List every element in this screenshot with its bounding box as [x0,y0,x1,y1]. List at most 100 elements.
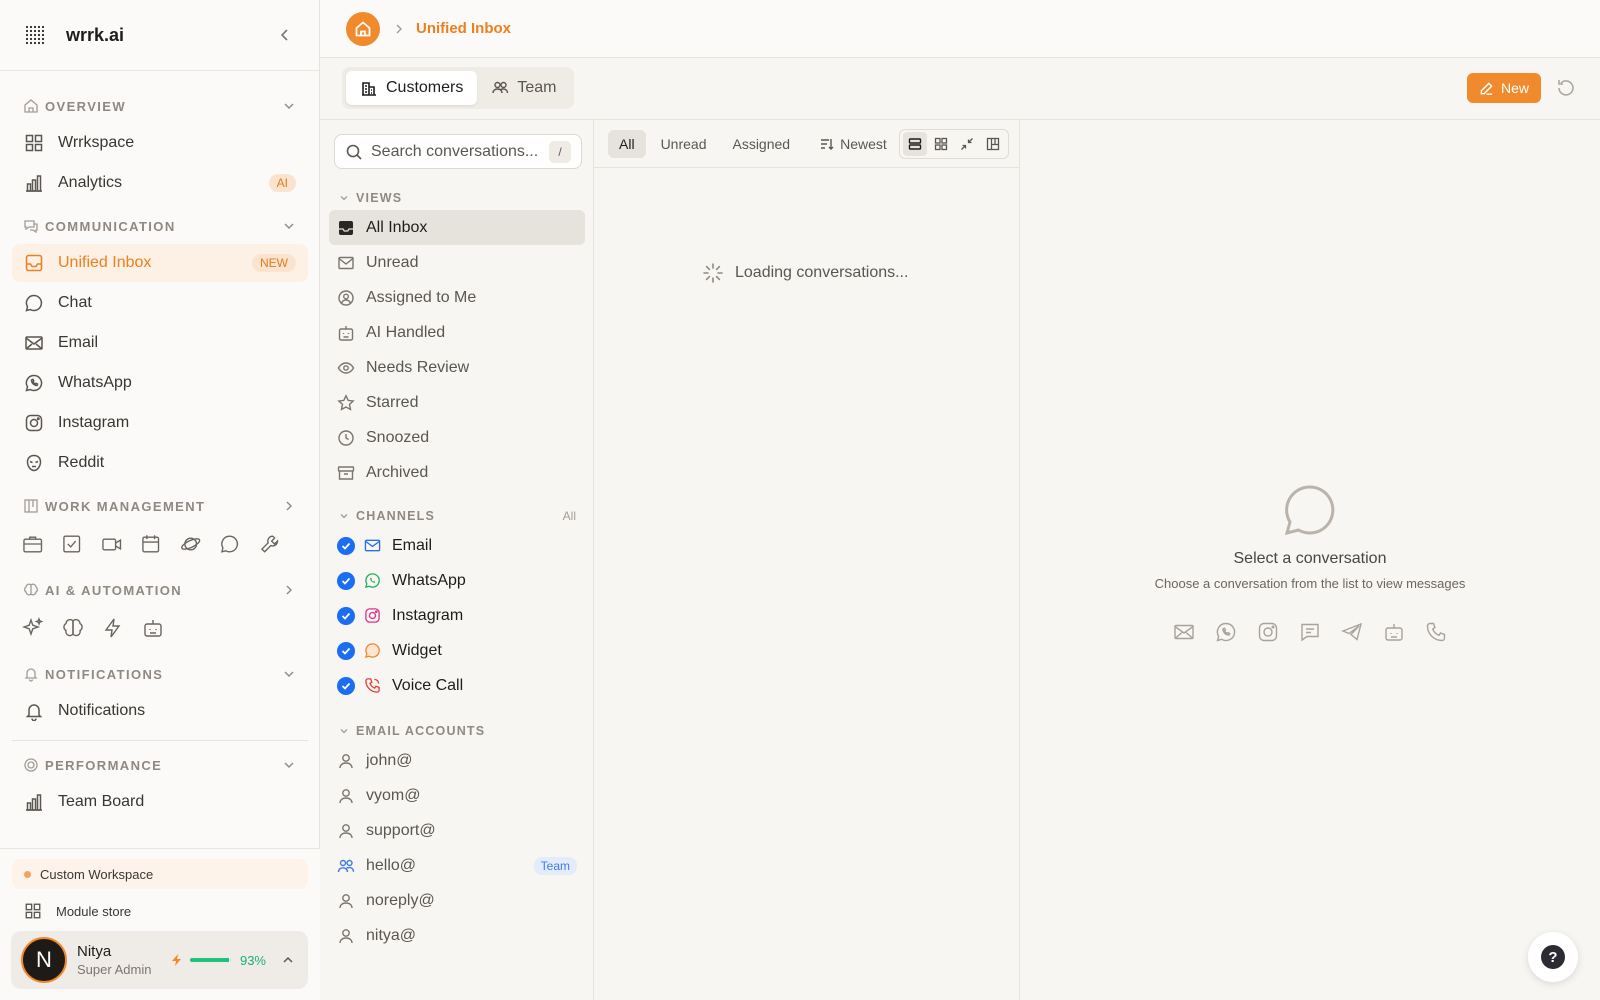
grid-icon [25,903,41,919]
mail-icon [25,336,43,350]
kanban-icon [986,137,999,150]
lightning-icon[interactable] [102,617,124,639]
reddit-icon [26,454,42,472]
calendar-icon[interactable] [140,533,161,555]
sidebar-item-wrrkspace[interactable]: Wrrkspace [12,124,308,162]
chevron-down-icon [284,223,294,229]
planet-icon[interactable] [180,533,201,555]
view-starred[interactable]: Starred [329,385,585,420]
sidebar-item-reddit[interactable]: Reddit [12,444,308,482]
bell-icon [25,704,43,721]
section-work-management[interactable]: WORK MANAGEMENT [0,490,320,522]
tab-customers[interactable]: Customers [346,71,478,105]
sidebar-item-analytics[interactable]: Analytics AI [12,164,308,202]
email-account-item[interactable]: vyom@ [329,778,585,813]
robot-icon[interactable] [142,617,164,639]
breadcrumb[interactable]: Unified Inbox [416,20,511,37]
view-mode-board[interactable] [981,132,1005,156]
channel-instagram[interactable]: Instagram [329,598,585,633]
user-circle-icon [338,289,354,306]
checkbox-checked[interactable] [337,676,355,695]
filter-assigned[interactable]: Assigned [721,130,801,158]
checkbox-checked[interactable] [337,571,355,590]
message-circle-icon[interactable] [219,533,240,555]
email-accounts-group-header[interactable]: EMAIL ACCOUNTS [320,719,594,743]
section-notifications[interactable]: NOTIFICATIONS [0,658,320,690]
home-button[interactable] [346,11,380,46]
brain-icon[interactable] [62,617,84,639]
sparkles-icon[interactable] [22,617,44,639]
view-mode-compact[interactable] [955,132,979,156]
email-account-item[interactable]: noreply@ [329,883,585,918]
edit-icon [1480,81,1493,95]
new-conversation-button[interactable]: New [1467,73,1542,103]
view-archived[interactable]: Archived [329,455,585,490]
checkbox-checked[interactable] [337,606,355,625]
user-icon [339,893,353,908]
building-icon [362,82,376,96]
sidebar-item-chat[interactable]: Chat [12,284,308,322]
channels-select-all[interactable]: All [563,509,576,523]
video-icon[interactable] [101,533,122,555]
section-communication[interactable]: COMMUNICATION [0,210,320,242]
channels-group-header[interactable]: CHANNELS All [320,504,594,528]
view-assigned-to-me[interactable]: Assigned to Me [329,280,585,315]
view-unread[interactable]: Unread [329,245,585,280]
tab-label: Team [517,79,557,96]
view-mode-list[interactable] [902,131,927,156]
channel-widget[interactable]: Widget [329,633,585,668]
email-account-item[interactable]: nitya@ [329,918,585,953]
sidebar-item-team-board[interactable]: Team Board [12,783,308,821]
view-label: Snoozed [366,428,430,446]
section-overview[interactable]: OVERVIEW [0,90,320,122]
module-store-link[interactable]: Module store [12,895,308,927]
views-group-header[interactable]: VIEWS [320,186,594,210]
section-performance[interactable]: PERFORMANCE [0,749,320,781]
sidebar-item-label: WhatsApp [58,374,132,391]
tab-team[interactable]: Team [477,71,570,105]
view-ai-handled[interactable]: AI Handled [329,315,585,350]
ai-automation-shortcuts [0,606,320,650]
channel-email[interactable]: Email [329,528,585,563]
channel-voice-call[interactable]: Voice Call [329,668,585,703]
view-label: AI Handled [366,323,446,341]
sidebar-item-unified-inbox[interactable]: Unified Inbox NEW [12,244,308,282]
checkbox-checked[interactable] [337,536,355,555]
search-input[interactable] [371,142,549,161]
sidebar-item-email[interactable]: Email [12,324,308,362]
check-icon [341,612,351,620]
help-button[interactable]: ? [1528,932,1578,982]
sidebar-item-instagram[interactable]: Instagram [12,404,308,442]
refresh-icon[interactable] [1555,77,1577,99]
briefcase-icon[interactable] [22,533,43,555]
channel-label: Instagram [392,606,464,624]
channel-whatsapp[interactable]: WhatsApp [329,563,585,598]
views-panel: / VIEWS All Inbox Unread Assigned to Me … [320,120,594,1000]
email-account-item[interactable]: hello@ Team [329,848,585,883]
view-snoozed[interactable]: Snoozed [329,420,585,455]
email-account-item[interactable]: support@ [329,813,585,848]
view-needs-review[interactable]: Needs Review [329,350,585,385]
view-mode-grid[interactable] [929,132,953,156]
checkbox-icon[interactable] [61,533,82,555]
brain-icon [24,583,38,596]
chevron-down-icon [340,196,348,201]
chevron-down-icon [340,729,348,734]
sidebar-item-notifications[interactable]: Notifications [12,692,308,730]
filter-unread[interactable]: Unread [650,130,718,158]
kanban-icon [24,499,38,513]
collapse-sidebar-icon[interactable] [275,25,295,45]
custom-workspace-link[interactable]: Custom Workspace [12,859,308,889]
section-ai-automation[interactable]: AI & AUTOMATION [0,574,320,606]
grid-icon [934,137,947,150]
filter-all[interactable]: All [608,129,646,158]
wrench-icon[interactable] [259,533,280,555]
usage-percent: 93% [239,952,266,968]
view-all-inbox[interactable]: All Inbox [329,210,585,245]
sort-dropdown[interactable]: Newest [819,136,887,152]
email-account-item[interactable]: john@ [329,743,585,778]
sidebar-item-whatsapp[interactable]: WhatsApp [12,364,308,402]
top-bar: Unified Inbox [320,0,1600,58]
user-menu[interactable]: N Nitya Super Admin 93% [11,931,308,989]
checkbox-checked[interactable] [337,641,355,660]
